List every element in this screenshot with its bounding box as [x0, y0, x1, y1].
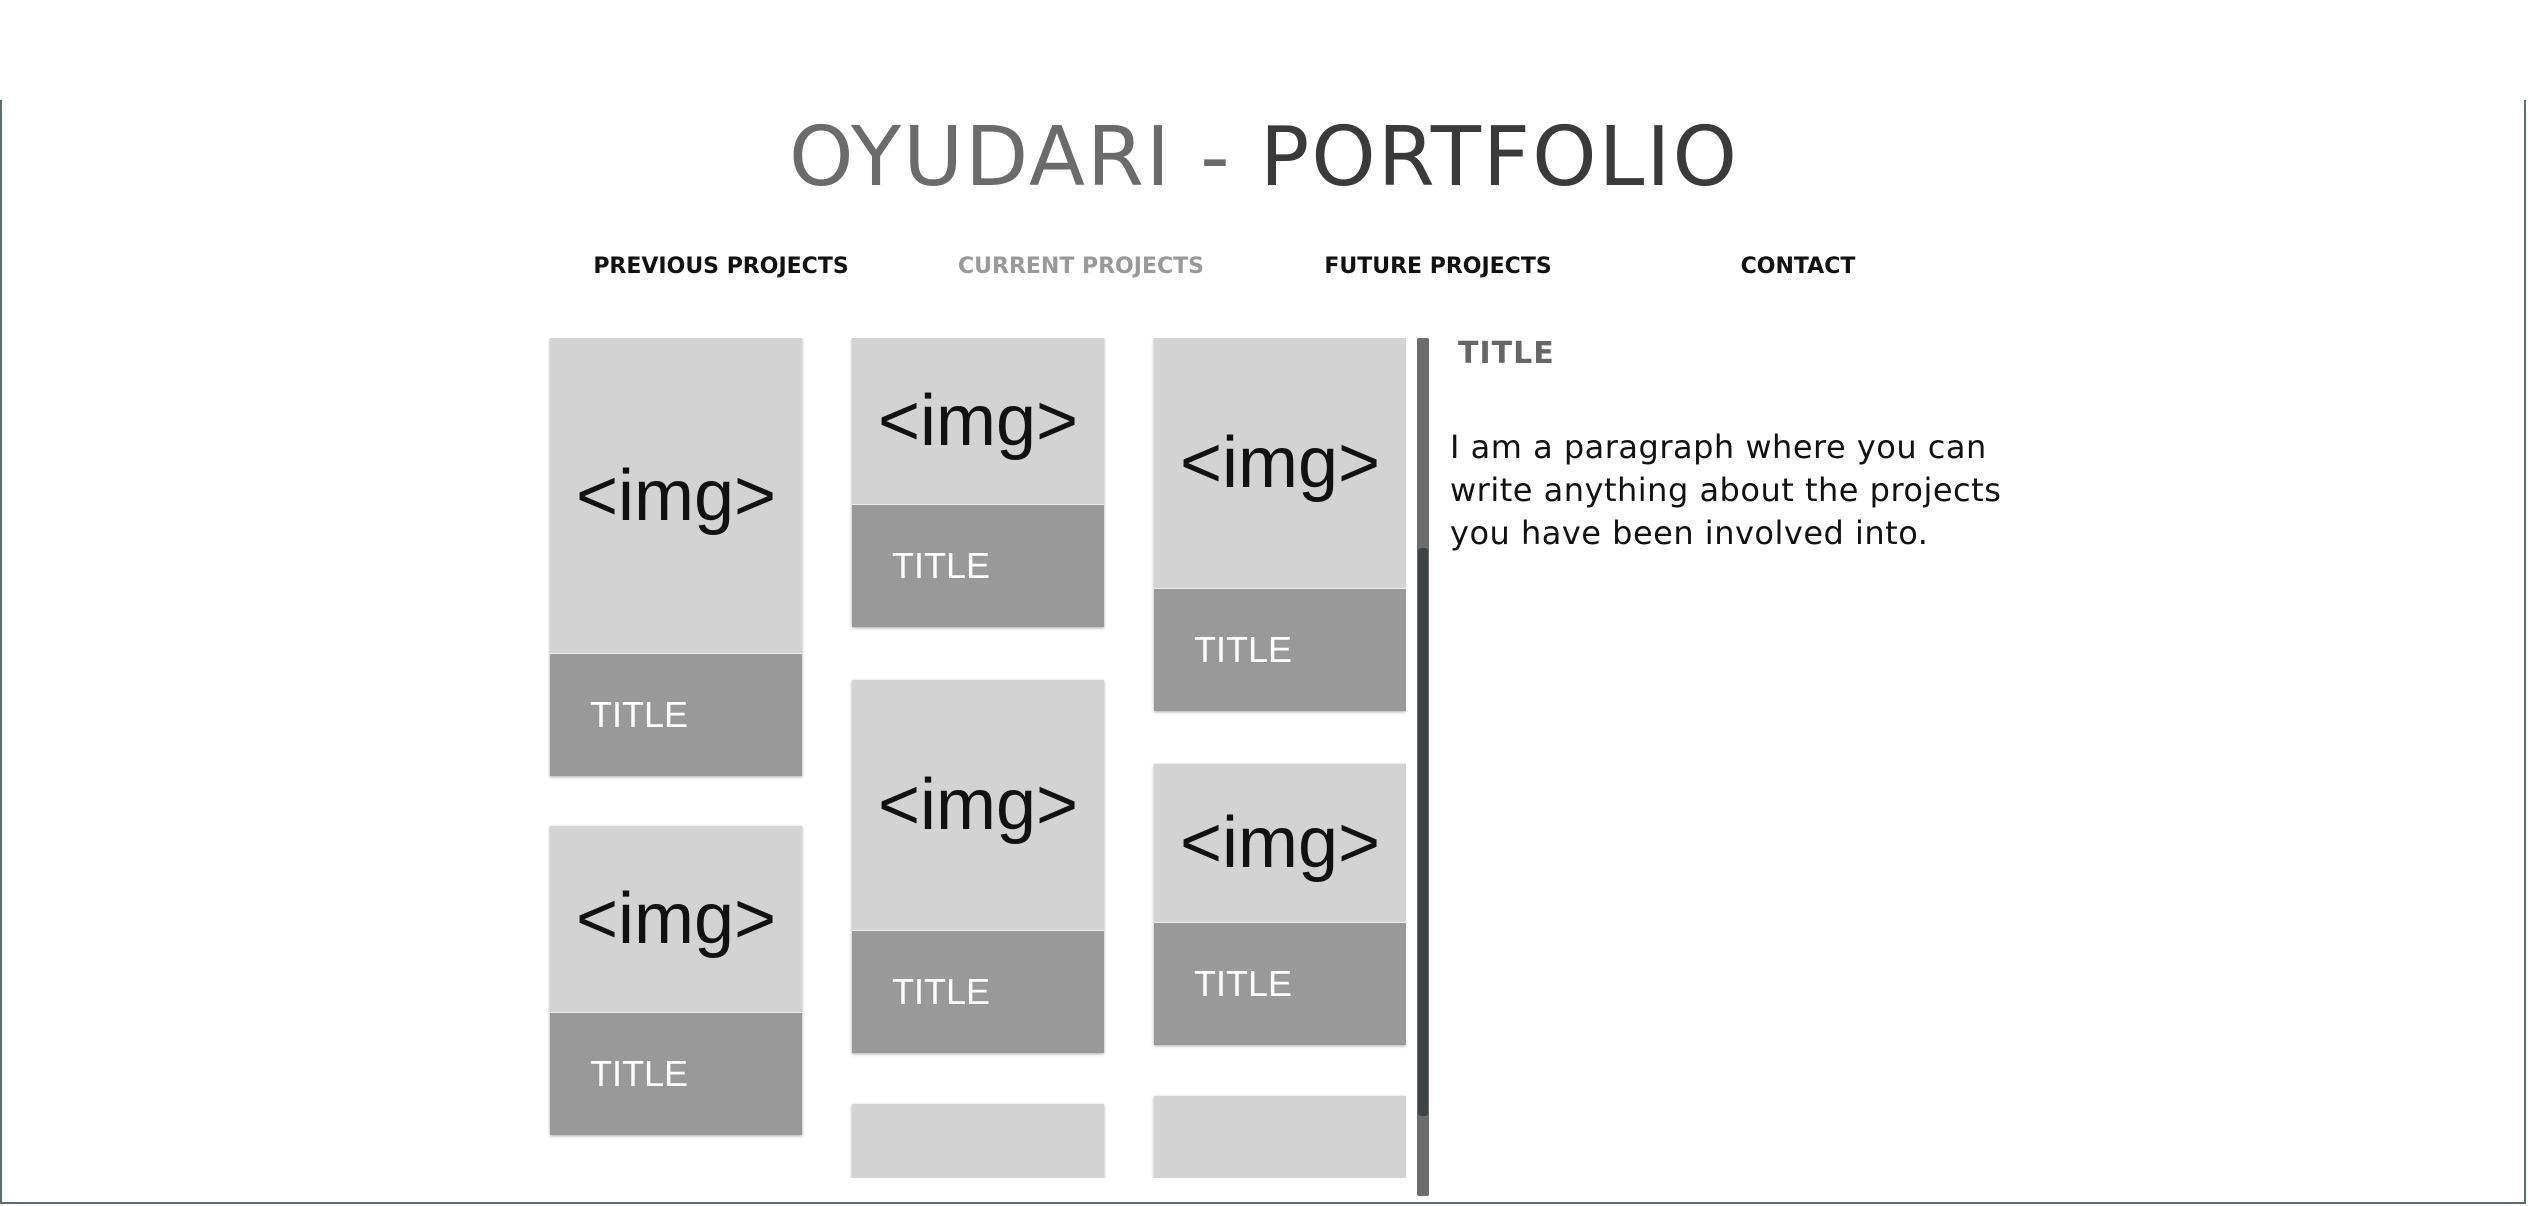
- project-image-placeholder: <img>: [852, 338, 1104, 505]
- project-card-title: TITLE: [852, 505, 1104, 627]
- site-title-label: PORTFOLIO: [1259, 110, 1740, 205]
- project-card[interactable]: <img> TITLE: [1154, 338, 1406, 711]
- site-title: OYUDARI - PORTFOLIO: [0, 112, 2528, 204]
- project-card-title: TITLE: [550, 1013, 802, 1135]
- project-image-placeholder: <img>: [1154, 338, 1406, 589]
- nav-future-projects[interactable]: FUTURE PROJECTS: [1310, 252, 1566, 282]
- project-image-placeholder: <img>: [550, 338, 802, 654]
- project-card-title: TITLE: [1154, 589, 1406, 711]
- nav-contact[interactable]: CONTACT: [1700, 252, 1896, 282]
- project-card-title: TITLE: [852, 931, 1104, 1053]
- project-detail-paragraph: I am a paragraph where you can write any…: [1450, 428, 2002, 552]
- project-image-placeholder: <img>: [550, 826, 802, 1013]
- project-image-placeholder: <img>: [852, 680, 1104, 931]
- project-card[interactable]: <img> TITLE: [852, 338, 1104, 627]
- site-title-name: OYUDARI: [788, 110, 1173, 205]
- project-card[interactable]: <img> TITLE: [550, 826, 802, 1135]
- site-title-separator: -: [1172, 110, 1260, 205]
- project-card-title: TITLE: [550, 654, 802, 776]
- project-gallery: <img> TITLE <img> TITLE <img> TITLE <img…: [548, 338, 1406, 1178]
- project-detail-title: TITLE: [1458, 336, 1555, 371]
- gallery-scrollbar-thumb[interactable]: [1418, 548, 1428, 1116]
- project-card-partial[interactable]: [852, 1104, 1104, 1178]
- nav-previous-projects[interactable]: PREVIOUS PROJECTS: [590, 252, 852, 282]
- nav-current-projects[interactable]: CURRENT PROJECTS: [950, 252, 1212, 282]
- project-card[interactable]: <img> TITLE: [1154, 764, 1406, 1045]
- project-card-partial[interactable]: [1154, 1096, 1406, 1178]
- project-image-placeholder: <img>: [1154, 764, 1406, 923]
- project-card[interactable]: <img> TITLE: [852, 680, 1104, 1053]
- project-card-title: TITLE: [1154, 923, 1406, 1045]
- project-card[interactable]: <img> TITLE: [550, 338, 802, 776]
